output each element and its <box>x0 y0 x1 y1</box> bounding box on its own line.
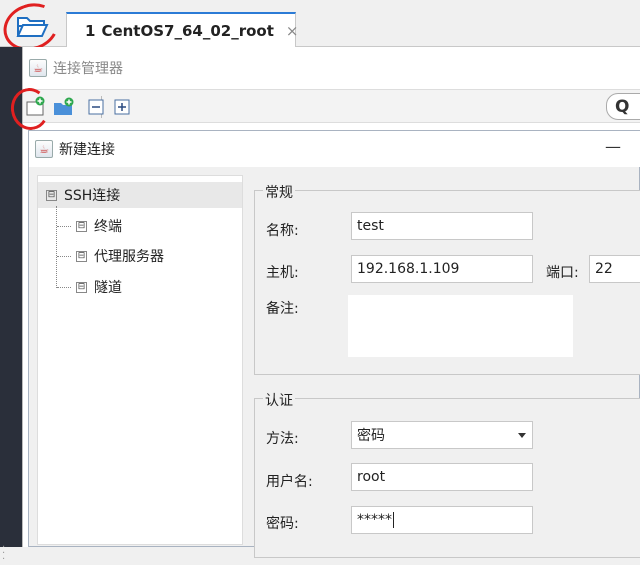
tree-item-label: SSH连接 <box>64 188 121 204</box>
host-label: 主机: <box>266 265 299 281</box>
tree-item-tunnel[interactable]: ⊟ 隧道 <box>76 275 122 299</box>
close-icon[interactable]: × <box>286 22 299 40</box>
note-field[interactable] <box>348 295 573 357</box>
host-field[interactable]: 192.168.1.109 <box>351 255 533 283</box>
minimize-button[interactable]: — <box>605 137 621 156</box>
collapse-icon[interactable]: ⊟ <box>76 220 87 232</box>
method-label: 方法: <box>266 431 299 447</box>
general-group-title: 常规 <box>263 182 295 202</box>
auth-group: 认证 方法: 密码 用户名: root 密码: ***** <box>254 390 640 558</box>
java-app-icon: ☕ <box>35 140 53 158</box>
password-field[interactable]: ***** <box>351 506 533 534</box>
session-tab-bar: 1 CentOS7_64_02_root × <box>0 0 640 59</box>
search-icon: Q <box>615 97 630 117</box>
collapse-all-button[interactable] <box>85 96 107 118</box>
password-mask: ***** <box>357 512 392 528</box>
expand-all-button[interactable] <box>111 96 133 118</box>
new-folder-icon <box>54 97 74 115</box>
tree-item-proxy[interactable]: ⊟ 代理服务器 <box>76 244 164 268</box>
collapse-icon[interactable]: ⊟ <box>76 250 87 262</box>
chevron-down-icon <box>518 433 526 438</box>
tree-connector <box>57 256 71 257</box>
session-tab-number: 1 <box>85 21 96 40</box>
auth-method-value: 密码 <box>357 428 385 444</box>
tree-item-label: 代理服务器 <box>94 249 164 265</box>
dialog-titlebar: ☕ 新建连接 — <box>29 131 640 167</box>
collapse-all-icon <box>88 99 104 115</box>
connection-manager-titlebar: ☕ 连接管理器 <box>23 47 640 89</box>
tree-item-label: 隧道 <box>94 280 122 296</box>
settings-tree: ⊟ SSH连接 ⊟ 终端 ⊟ 代理服务器 ⊟ 隧道 <box>37 175 243 545</box>
note-label: 备注: <box>266 301 299 317</box>
tree-item-label: 终端 <box>94 219 122 235</box>
name-label: 名称: <box>266 223 299 239</box>
username-label: 用户名: <box>266 474 313 490</box>
tree-connector <box>57 226 71 227</box>
new-folder-button[interactable] <box>53 96 75 118</box>
auth-method-select[interactable]: 密码 <box>351 421 533 449</box>
general-group: 常规 名称: test 主机: 192.168.1.109 端口: 22 备注: <box>254 182 640 375</box>
drag-handle-icon[interactable]: · · · <box>2 543 5 565</box>
password-label: 密码: <box>266 516 299 532</box>
port-label: 端口: <box>546 265 579 281</box>
connection-manager-toolbar: Q <box>7 85 640 133</box>
tree-connector <box>57 287 71 288</box>
collapse-icon[interactable]: ⊟ <box>76 281 87 293</box>
port-field[interactable]: 22 <box>589 255 640 283</box>
tree-item-terminal[interactable]: ⊟ 终端 <box>76 214 122 238</box>
text-cursor <box>393 512 394 528</box>
username-field[interactable]: root <box>351 463 533 491</box>
new-connection-dialog: ☕ 新建连接 — ⊟ SSH连接 ⊟ 终端 ⊟ 代理服务器 ⊟ 隧道 常规 名称… <box>28 130 640 558</box>
name-field[interactable]: test <box>351 212 533 240</box>
session-tab[interactable]: 1 CentOS7_64_02_root × <box>66 12 299 47</box>
expand-all-icon <box>114 99 130 115</box>
tree-item-ssh[interactable]: ⊟ SSH连接 <box>38 182 242 208</box>
java-app-icon: ☕ <box>29 59 47 77</box>
tree-connector <box>56 206 57 288</box>
auth-group-title: 认证 <box>263 390 295 410</box>
collapse-icon[interactable]: ⊟ <box>46 189 57 201</box>
connection-manager-title: 连接管理器 <box>53 61 123 77</box>
search-input[interactable]: Q <box>606 93 640 120</box>
session-tab-label: CentOS7_64_02_root <box>101 21 274 40</box>
dialog-title: 新建连接 <box>59 142 115 158</box>
